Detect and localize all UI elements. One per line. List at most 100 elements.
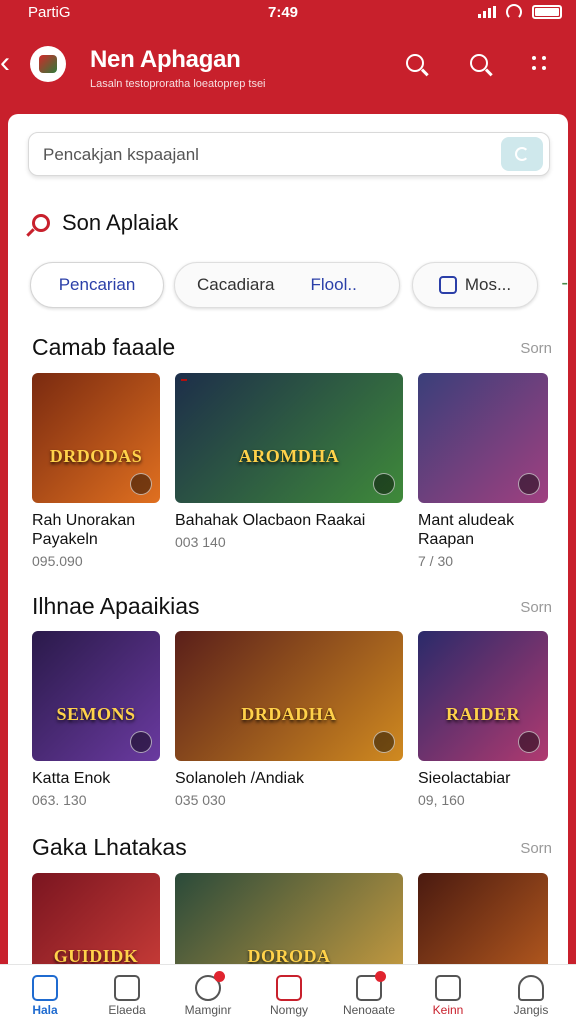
chip-label: Flool.. [310, 275, 357, 294]
chip-mos[interactable]: Mos... [412, 262, 538, 308]
app-name: Mant aludeak Raapan [418, 512, 515, 548]
more-options-icon[interactable] [524, 48, 554, 78]
heart-icon [276, 975, 302, 1001]
recommend-heading: Son Aplaiak [32, 210, 178, 236]
nav-label: Nomgy [269, 1003, 308, 1017]
clock: 7:49 [268, 4, 299, 21]
card-row: SEMONS Katta Enok 063. 130 DRDADHA Solan… [32, 631, 552, 831]
nav-keinn[interactable]: Keinn [410, 971, 486, 1017]
app-name: Rah Unorakan Payakeln [32, 512, 136, 548]
status-bar: PartiG 7:49 [0, 0, 576, 26]
app-title: Nen Aphagan [90, 46, 241, 73]
nav-label: Keinn [432, 1003, 464, 1017]
notification-badge [375, 971, 386, 982]
section-header: Gaka Lhatakas Sorn [32, 834, 552, 861]
app-card[interactable]: AROMDHA Bahahak Olacbaon Raakai 003 140 [175, 373, 403, 550]
section-header: Ilhnae Apaaikias Sorn [32, 593, 552, 620]
search-icon [32, 214, 50, 232]
search-icon[interactable] [400, 48, 430, 78]
thumbnail-title: AROMDHA [238, 445, 340, 466]
see-all-link[interactable]: Sorn [520, 599, 552, 616]
camera-icon [435, 975, 461, 1001]
nav-nomgy[interactable]: Nomgy [251, 971, 327, 1017]
nav-elaeda[interactable]: Elaeda [89, 971, 165, 1017]
nav-label: Mamginr [184, 1003, 232, 1017]
chip-cacadiara[interactable]: Cacadiara Flool.. [174, 262, 400, 308]
system-icons [478, 4, 562, 20]
search-input[interactable]: Pencakjan kspaajanl [28, 132, 550, 176]
nav-label: Elaeda [108, 1003, 146, 1017]
search-submit-button[interactable] [501, 137, 543, 171]
card-row: DRDODAS Rah Unorakan Payakeln 095.090 AR… [32, 373, 552, 573]
app-meta: 035 030 [175, 792, 226, 808]
app-meta: 003 140 [175, 534, 226, 550]
profile-icon [518, 975, 544, 1001]
play-icon [130, 731, 152, 753]
filter-chips: Pencarian Cacadiara Flool.. Mos... - [28, 262, 568, 310]
nav-label: Hala [32, 1003, 58, 1017]
see-all-link[interactable]: Sorn [520, 840, 552, 857]
app-name: Sieolactabiar [418, 770, 511, 787]
wifi-icon [506, 4, 522, 20]
nav-mamginr[interactable]: Mamginr [170, 971, 246, 1017]
recommend-title: Son Aplaiak [62, 210, 179, 235]
notification-badge [214, 971, 225, 982]
news-icon [356, 971, 386, 1001]
nav-label: Jangis [513, 1003, 549, 1017]
app-meta: 095.090 [32, 553, 83, 569]
battery-icon [532, 5, 562, 19]
app-name: Katta Enok [32, 770, 111, 787]
see-all-link[interactable]: Sorn [520, 340, 552, 357]
camera-icon [438, 276, 457, 294]
app-thumbnail: AROMDHA [175, 373, 403, 503]
bottom-navigation: Hala Elaeda Mamginr Nomgy Nenoaate Keinn… [0, 964, 576, 1024]
nav-nenoaate[interactable]: Nenoaate [331, 971, 407, 1017]
thumbnail-title: DRDADHA [241, 703, 337, 724]
chip-pencarian[interactable]: Pencarian [30, 262, 164, 308]
app-card[interactable]: SEMONS Katta Enok 063. 130 [32, 631, 160, 808]
app-name: Solanoleh /Andiak [175, 770, 304, 787]
app-card[interactable]: DRDODAS Rah Unorakan Payakeln 095.090 [32, 373, 160, 569]
carrier-label: PartiG [28, 4, 71, 21]
app-subtitle: Lasaln testoproratha loeatoprep tsei [90, 78, 266, 90]
nav-home[interactable]: Hala [7, 971, 83, 1017]
app-meta: 7 / 30 [418, 553, 454, 569]
play-icon [518, 473, 540, 495]
nav-jangis[interactable]: Jangis [493, 971, 569, 1017]
section-title: Camab faaale [32, 334, 176, 360]
app-thumbnail [418, 373, 548, 503]
chip-label: Cacadiara [197, 275, 275, 294]
thumbnail-title: RAIDER [445, 703, 520, 724]
app-thumbnail: DRDODAS [32, 373, 160, 503]
app-name: Bahahak Olacbaon Raakai [175, 512, 366, 529]
section-title: Ilhnae Apaaikias [32, 593, 200, 619]
search-alt-icon[interactable] [464, 48, 494, 78]
chip-label: Mos... [464, 275, 512, 294]
chips-scroll-indicator[interactable]: - [561, 272, 568, 295]
app-thumbnail: DRDADHA [175, 631, 403, 761]
play-icon [130, 473, 152, 495]
nav-label: Nenoaate [342, 1003, 396, 1017]
chip-label: Pencarian [58, 275, 136, 294]
app-logo [30, 46, 66, 82]
content-sheet: Pencakjan kspaajanl Son Aplaiak Pencaria… [8, 114, 568, 1024]
app-card[interactable]: RAIDER Sieolactabiar 09, 160 [418, 631, 548, 808]
signal-icon [478, 6, 496, 18]
play-icon [518, 731, 540, 753]
app-bar: ‹ Nen Aphagan Lasaln testoproratha loeat… [0, 26, 576, 98]
app-thumbnail: SEMONS [32, 631, 160, 761]
app-card[interactable]: Mant aludeak Raapan 7 / 30 [418, 373, 548, 569]
section-title: Gaka Lhatakas [32, 834, 187, 860]
thumbnail-title: DRDODAS [49, 445, 143, 466]
home-icon [32, 975, 58, 1001]
app-thumbnail: RAIDER [418, 631, 548, 761]
back-arrow-icon[interactable]: ‹ [0, 48, 18, 78]
play-icon [373, 473, 395, 495]
app-meta: 063. 130 [32, 792, 87, 808]
play-icon [373, 731, 395, 753]
badge-icon [181, 379, 187, 381]
document-icon [114, 975, 140, 1001]
section-header: Camab faaale Sorn [32, 334, 552, 361]
app-card[interactable]: DRDADHA Solanoleh /Andiak 035 030 [175, 631, 403, 808]
search-input-text: Pencakjan kspaajanl [43, 145, 199, 164]
